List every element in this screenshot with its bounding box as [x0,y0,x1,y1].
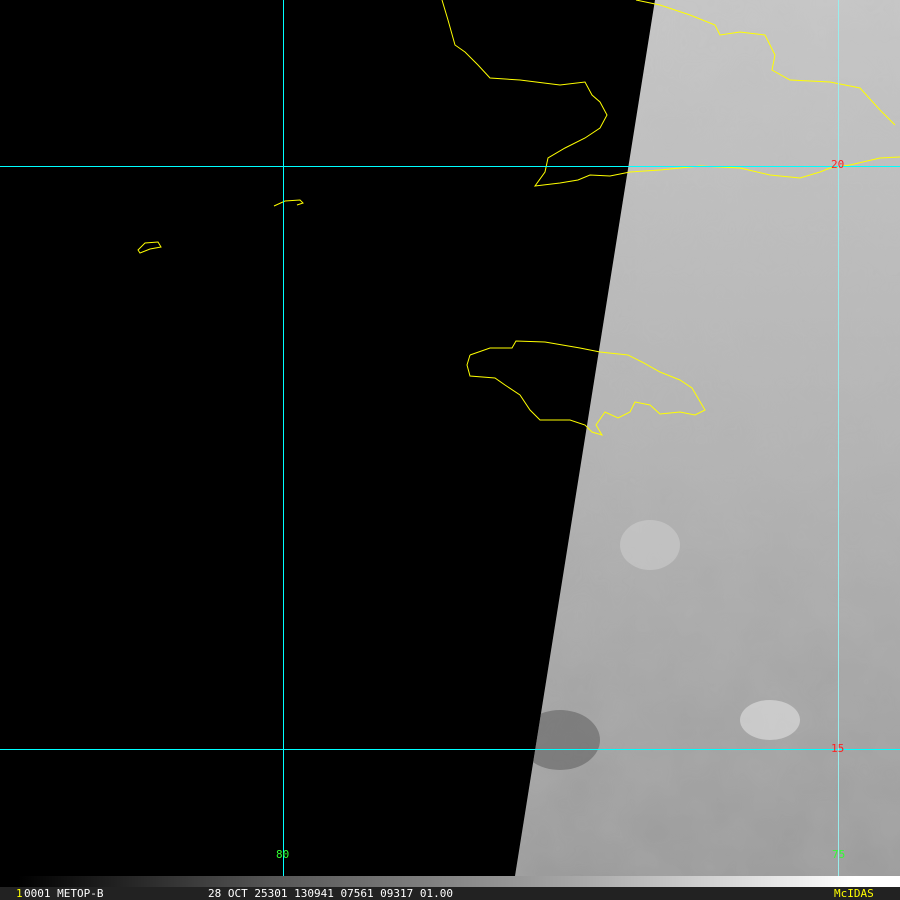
satellite-label: 0001 METOP-B [24,887,104,900]
lon-label-75: 75 [832,848,846,861]
satellite-imagery [0,0,900,900]
lon-label-80: 80 [276,848,290,861]
frame-marker: 1 [16,887,23,900]
lat-label-15: 15 [831,742,845,755]
cayman-brac-coastline [273,199,304,207]
mcidas-brand: McIDAS [834,887,874,900]
satellite-image-viewer: 20 15 80 75 1 0001 METOP-B 28 OCT 25301 13… [0,0,900,900]
grayscale-bar [0,876,900,887]
image-info: 28 OCT 25301 130941 07561 09317 01.00 [208,887,454,900]
lat-label-20: 20 [831,158,845,171]
info-bar: 1 0001 METOP-B 28 OCT 25301 130941 07561 0… [0,887,900,900]
grand-cayman-coastline [137,241,162,254]
